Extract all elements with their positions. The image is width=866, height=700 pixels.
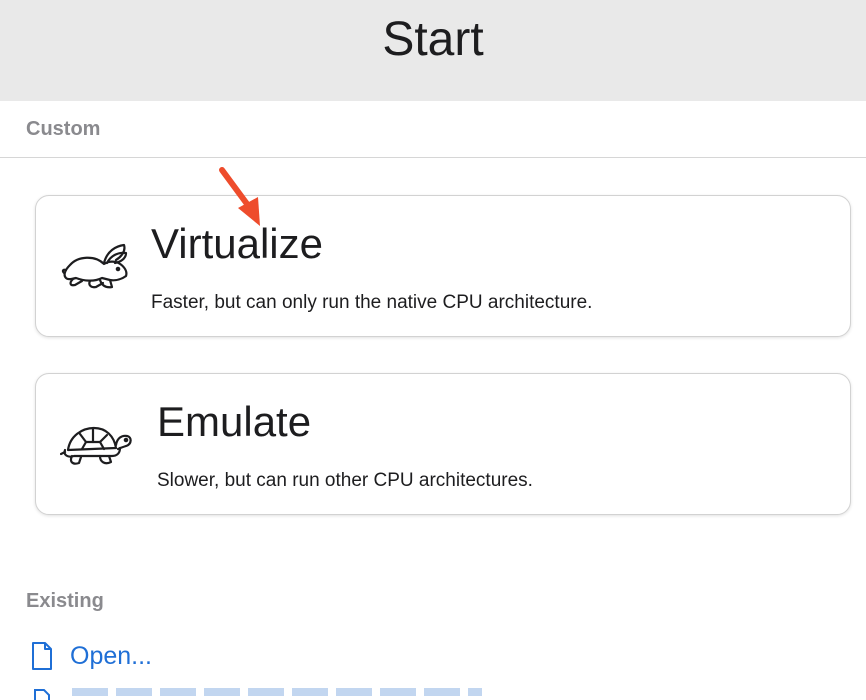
open-existing-link[interactable]: Open... — [30, 640, 152, 672]
section-divider — [0, 157, 866, 158]
virtualize-option-button[interactable]: Virtualize Faster, but can only run the … — [35, 195, 851, 337]
section-label-custom: Custom — [26, 118, 101, 140]
turtle-icon — [60, 426, 132, 465]
emulate-title: Emulate — [157, 398, 312, 445]
document-icon-partial — [34, 689, 50, 700]
emulate-description: Slower, but can run other CPU architectu… — [157, 470, 533, 491]
partially-visible-item[interactable] — [72, 688, 482, 696]
rabbit-icon — [61, 243, 128, 289]
emulate-option-button[interactable]: Emulate Slower, but can run other CPU ar… — [35, 373, 851, 515]
page-title: Start — [382, 13, 484, 66]
section-label-existing: Existing — [26, 590, 104, 612]
document-icon — [32, 642, 52, 670]
virtualize-description: Faster, but can only run the native CPU … — [151, 292, 593, 313]
title-bar: Start — [0, 0, 866, 101]
annotation-arrow-icon — [219, 167, 260, 226]
open-label: Open... — [70, 641, 152, 670]
